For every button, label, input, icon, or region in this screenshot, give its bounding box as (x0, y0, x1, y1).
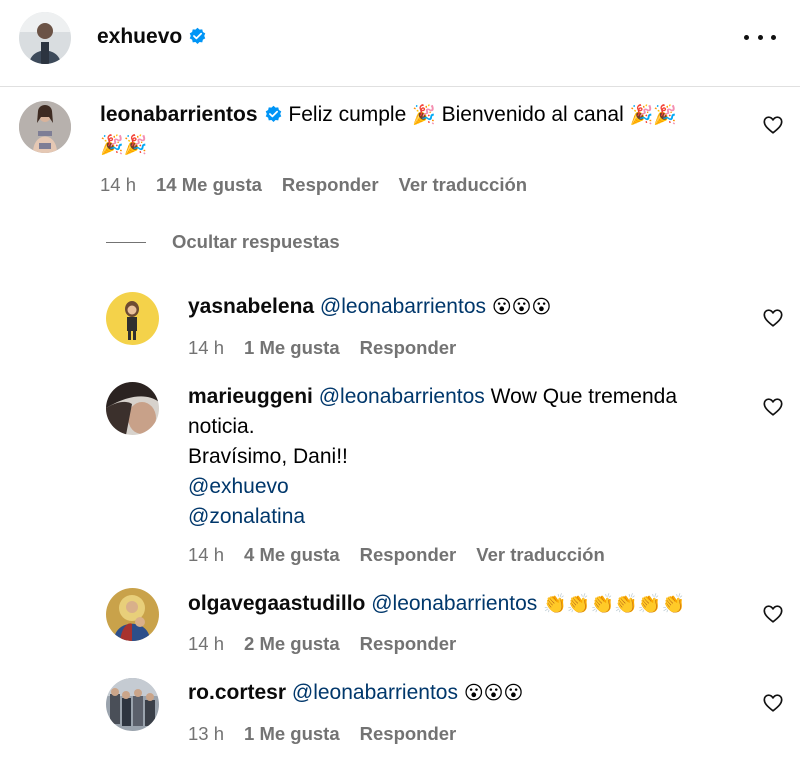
reply-username[interactable]: marieuggeni (188, 385, 313, 408)
comment-meta: 14 h 14 Me gusta Responder Ver traducción (100, 174, 547, 196)
reply-button[interactable]: Responder (360, 337, 457, 358)
reply-button[interactable]: Responder (282, 174, 379, 195)
reply-text: Bravísimo, Dani!! (188, 445, 348, 468)
reply-avatar[interactable] (106, 678, 159, 731)
comment-text-2: Bienvenido al canal (441, 103, 624, 126)
translate-button[interactable]: Ver traducción (476, 544, 605, 565)
reply-text: noticia. (188, 415, 255, 438)
reply-time: 14 h (188, 633, 225, 654)
reply-time: 14 h (188, 544, 225, 565)
reply-text: Wow Que tremenda (490, 385, 678, 408)
author-username[interactable]: exhuevo (97, 25, 182, 48)
author-avatar[interactable] (19, 12, 71, 64)
reply-mention[interactable]: @leonabarrientos (319, 385, 485, 408)
reply-emoji: 😮😮😮 (463, 682, 524, 704)
reply-avatar[interactable] (106, 588, 159, 641)
hide-replies-button[interactable]: Ocultar respuestas (172, 231, 340, 253)
reply-likes[interactable]: 1 Me gusta (244, 723, 340, 744)
reply-username[interactable]: ro.cortesr (188, 681, 286, 704)
verified-badge-icon (189, 27, 206, 44)
heart-outline-icon[interactable] (762, 692, 784, 714)
reply-avatar[interactable] (106, 292, 159, 345)
translate-button[interactable]: Ver traducción (399, 174, 528, 195)
reply-mention[interactable]: @leonabarrientos (320, 295, 486, 318)
commenter-avatar[interactable] (19, 101, 71, 153)
more-options-icon[interactable] (744, 28, 776, 46)
reply-meta: 14 h 2 Me gusta Responder (188, 633, 476, 655)
reply-meta: 14 h 4 Me gusta Responder Ver traducción (188, 544, 625, 566)
post-header: exhuevo (0, 0, 800, 87)
heart-outline-icon[interactable] (762, 307, 784, 329)
reply-body: marieuggeni @leonabarrientos Wow Que tre… (188, 382, 748, 532)
comment-likes[interactable]: 14 Me gusta (156, 174, 262, 195)
reply-body: ro.cortesr @leonabarrientos 😮😮😮 (188, 678, 748, 708)
comment-body: leonabarrientos Feliz cumple 🎉 Bienvenid… (100, 100, 740, 160)
replies-divider (106, 242, 146, 243)
reply-likes[interactable]: 2 Me gusta (244, 633, 340, 654)
reply-mention[interactable]: @zonalatina (188, 502, 748, 532)
reply-mention[interactable]: @exhuevo (188, 472, 748, 502)
reply-button[interactable]: Responder (360, 544, 457, 565)
reply-meta: 14 h 1 Me gusta Responder (188, 337, 476, 359)
party-emoji-line: 🎉🎉 (100, 134, 148, 156)
reply-button[interactable]: Responder (360, 633, 457, 654)
heart-outline-icon[interactable] (762, 114, 784, 136)
reply-mention[interactable]: @leonabarrientos (371, 592, 537, 615)
reply-time: 14 h (188, 337, 225, 358)
party-emoji: 🎉🎉 (629, 104, 677, 126)
reply-likes[interactable]: 4 Me gusta (244, 544, 340, 565)
reply-mention[interactable]: @leonabarrientos (292, 681, 458, 704)
reply-avatar[interactable] (106, 382, 159, 435)
heart-outline-icon[interactable] (762, 603, 784, 625)
reply-username[interactable]: yasnabelena (188, 295, 314, 318)
reply-body: olgavegaastudillo @leonabarrientos 👏👏👏👏👏… (188, 589, 748, 619)
reply-body: yasnabelena @leonabarrientos 😮😮😮 (188, 292, 748, 322)
reply-username[interactable]: olgavegaastudillo (188, 592, 365, 615)
reply-meta: 13 h 1 Me gusta Responder (188, 723, 476, 745)
reply-likes[interactable]: 1 Me gusta (244, 337, 340, 358)
party-emoji: 🎉 (412, 104, 436, 126)
reply-emoji: 👏👏👏👏👏👏 (543, 593, 686, 615)
reply-emoji: 😮😮😮 (491, 296, 552, 318)
verified-badge-icon (265, 105, 281, 122)
comment-username[interactable]: leonabarrientos (100, 103, 258, 126)
reply-time: 13 h (188, 723, 225, 744)
comment-text-1: Feliz cumple (288, 103, 407, 126)
reply-button[interactable]: Responder (360, 723, 457, 744)
author-row: exhuevo (97, 25, 207, 49)
comment-time: 14 h (100, 174, 137, 195)
heart-outline-icon[interactable] (762, 396, 784, 418)
